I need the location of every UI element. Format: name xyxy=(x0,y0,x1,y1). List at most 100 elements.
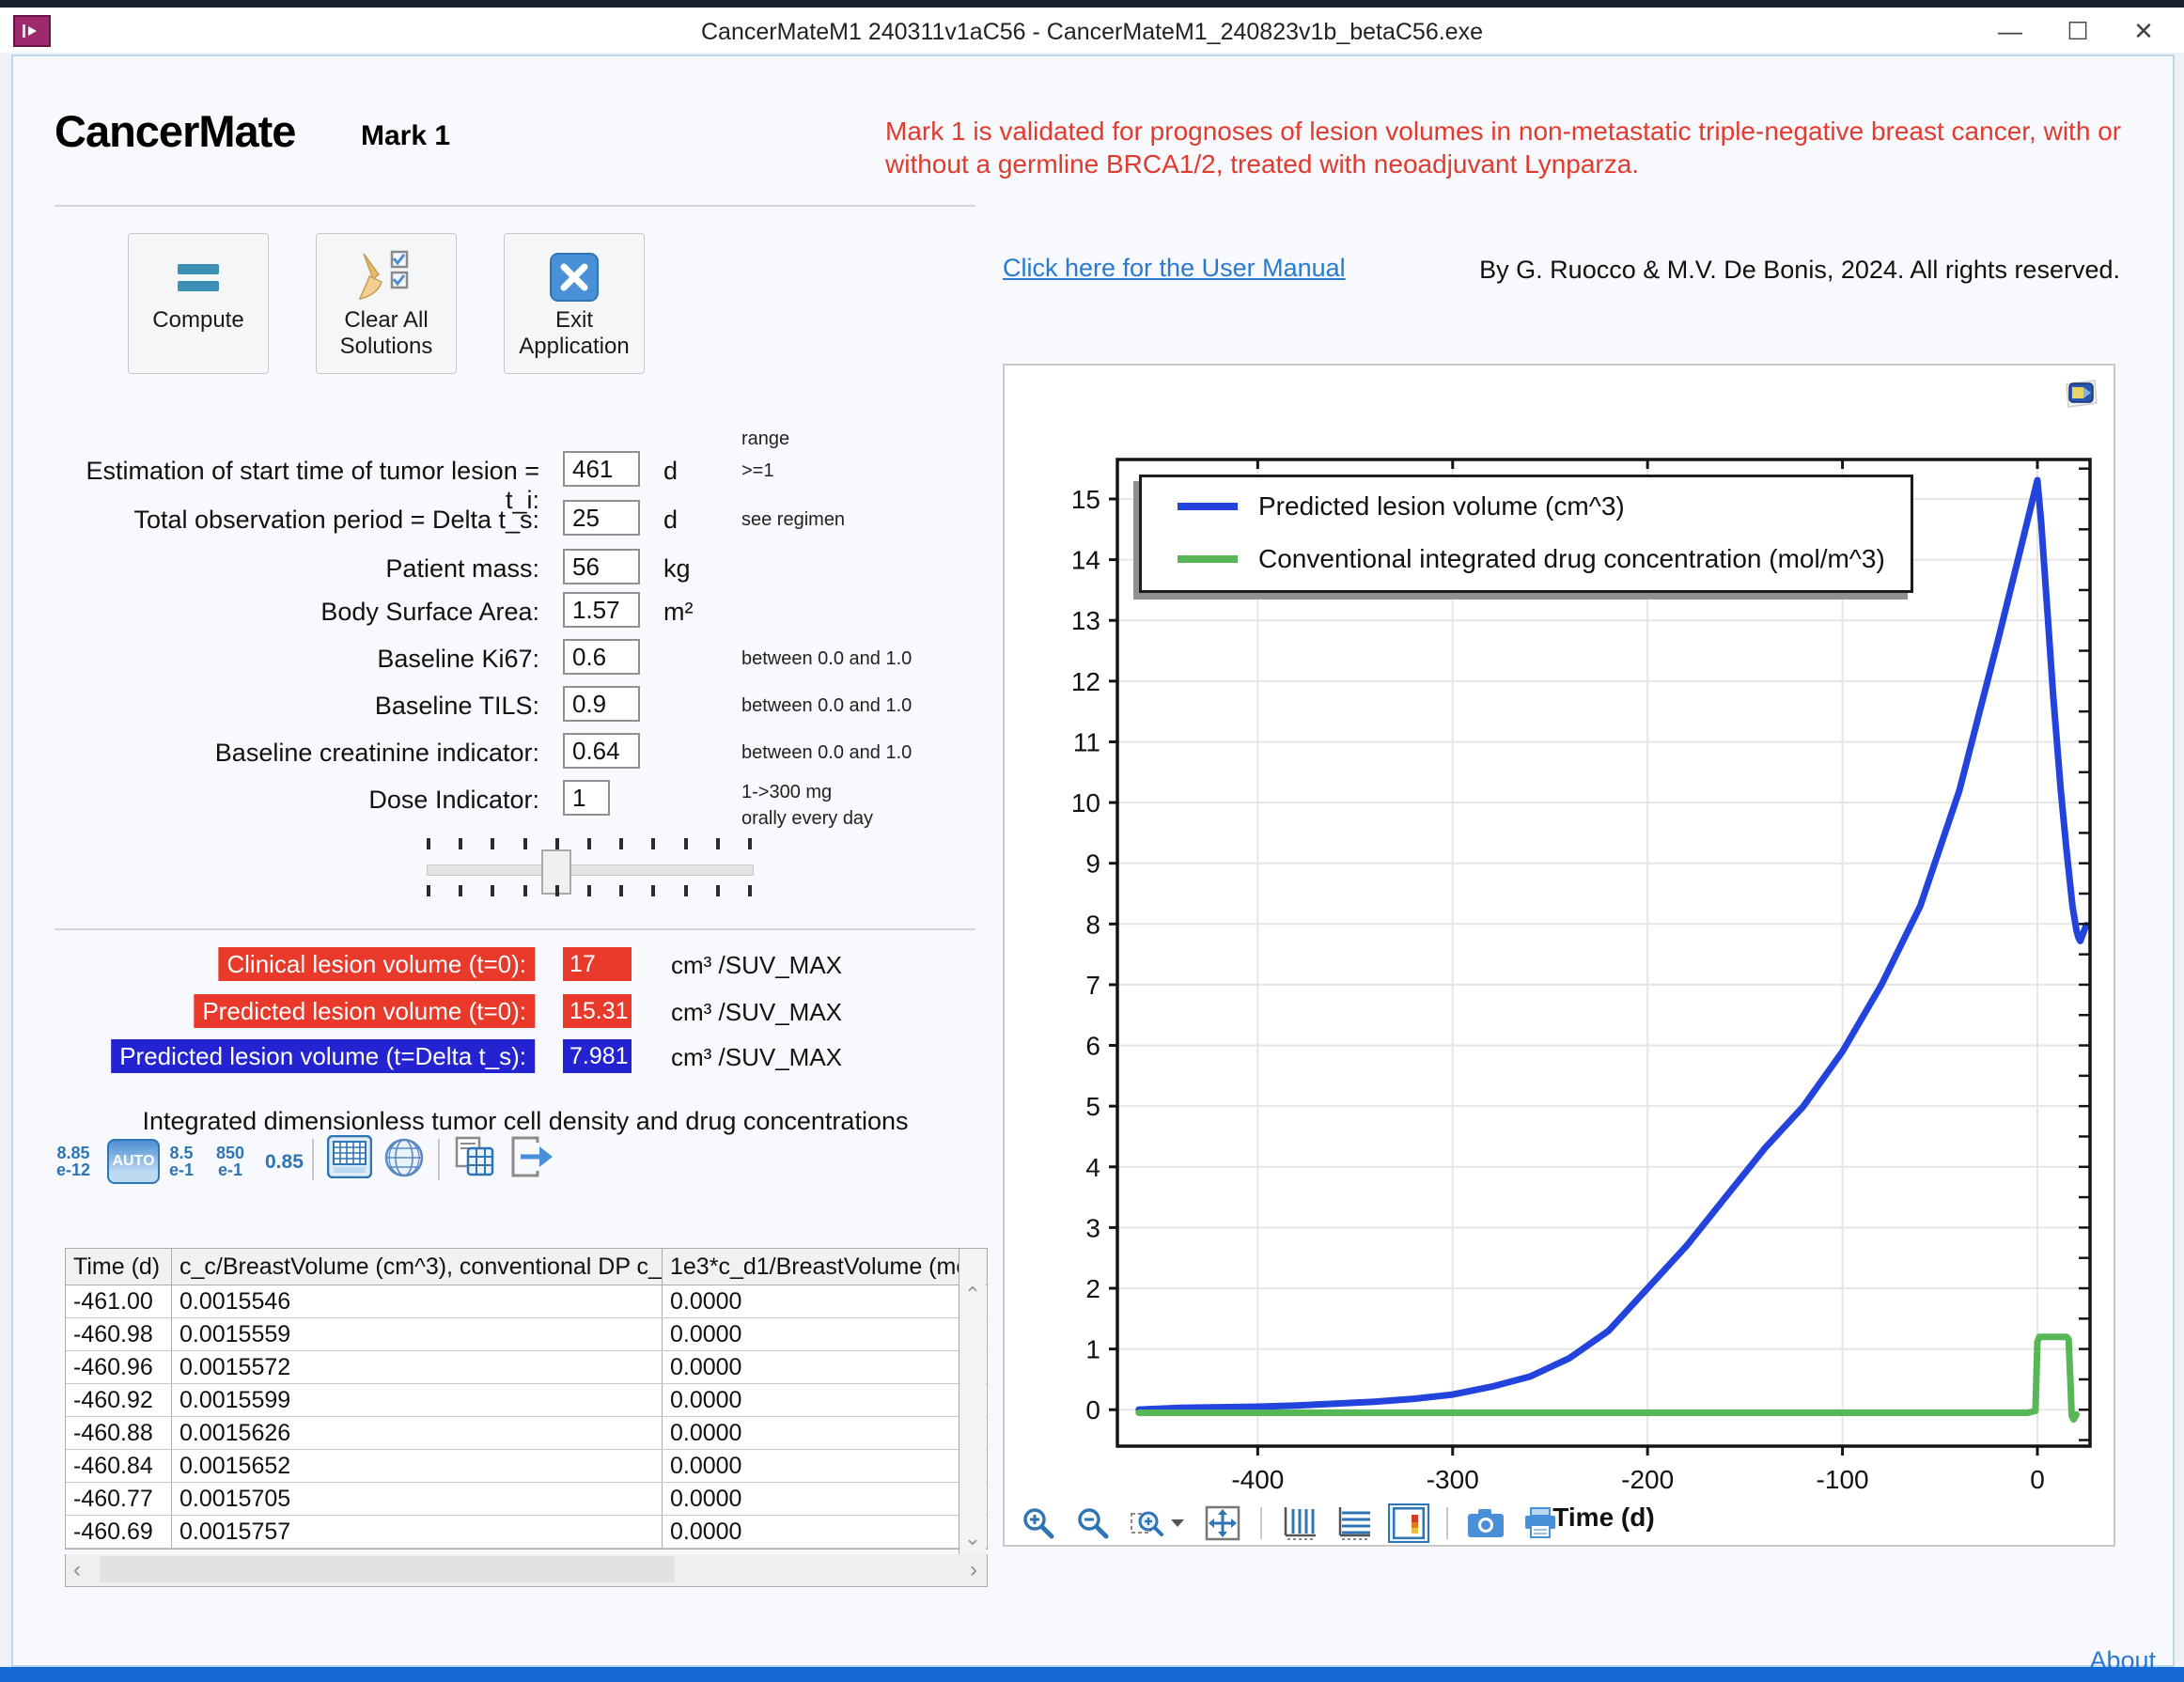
ki67-input[interactable] xyxy=(563,639,640,675)
exit-application-button[interactable]: Exit Application xyxy=(504,233,645,374)
start-time-input[interactable] xyxy=(563,451,640,487)
color-scale-icon[interactable] xyxy=(1388,1503,1429,1543)
chart-toolbar xyxy=(1018,1504,1561,1542)
format-engineering-button[interactable]: 8.5e-1 xyxy=(169,1145,194,1178)
table-cell: -461.00 xyxy=(66,1285,172,1317)
field-label-patient-mass: Patient mass: xyxy=(51,554,539,584)
scroll-right-icon[interactable]: › xyxy=(970,1557,977,1583)
table-vertical-scrollbar[interactable]: ⌃ ⌄ xyxy=(959,1249,986,1554)
table-row[interactable]: -460.960.00155720.0000 xyxy=(66,1351,987,1384)
format-auto-button[interactable]: AUTO xyxy=(107,1139,160,1184)
table-cell: 0.0000 xyxy=(663,1384,959,1416)
app-title: CancerMate xyxy=(55,105,295,157)
svg-text:2: 2 xyxy=(1085,1274,1100,1303)
field-label-observation-period: Total observation period = Delta t_s: xyxy=(51,506,539,535)
table-cell: 0.0000 xyxy=(663,1285,959,1317)
svg-text:-100: -100 xyxy=(1817,1465,1869,1494)
svg-text:-400: -400 xyxy=(1231,1465,1284,1494)
slider-ticks-bottom xyxy=(427,885,752,896)
maximize-button[interactable]: ☐ xyxy=(2045,13,2111,49)
table-horizontal-scrollbar[interactable]: ‹ › xyxy=(65,1554,988,1587)
table-row[interactable]: -460.770.00157050.0000 xyxy=(66,1483,987,1516)
minimize-button[interactable]: — xyxy=(1977,13,2043,49)
clinical-lesion-volume-value: 17 xyxy=(563,947,632,981)
format-decimal-button[interactable]: 0.85 xyxy=(265,1154,304,1171)
column-header-cd1[interactable]: 1e3*c_d1/BreastVolume (mc xyxy=(663,1249,959,1285)
field-label-creatinine: Baseline creatinine indicator: xyxy=(51,739,539,768)
clinical-lesion-volume-label: Clinical lesion volume (t=0): xyxy=(218,947,535,981)
svg-text:15: 15 xyxy=(1071,485,1100,514)
compute-button[interactable]: Compute xyxy=(128,233,269,374)
table-view-button[interactable] xyxy=(327,1135,372,1183)
window-bottom-edge xyxy=(0,1667,2184,1682)
observation-period-input[interactable] xyxy=(563,500,640,536)
table-section-title: Integrated dimensionless tumor cell dens… xyxy=(65,1107,986,1136)
app-main-panel: CancerMate Mark 1 Mark 1 is validated fo… xyxy=(11,55,2175,1667)
scroll-up-icon[interactable]: ⌃ xyxy=(959,1283,986,1307)
field-label-tils: Baseline TILS: xyxy=(51,692,539,721)
table-row[interactable]: -460.980.00155590.0000 xyxy=(66,1318,987,1351)
table-cell: 0.0015559 xyxy=(172,1318,663,1350)
body-surface-area-input[interactable] xyxy=(563,592,640,628)
table-header-row: Time (d) c_c/BreastVolume (cm^3), conven… xyxy=(66,1249,987,1285)
globe-view-button[interactable] xyxy=(383,1137,425,1183)
table-cell: 0.0000 xyxy=(663,1516,959,1548)
table-row[interactable]: -460.690.00157570.0000 xyxy=(66,1516,987,1549)
unit-label: d xyxy=(663,506,678,535)
table-row[interactable]: -460.920.00155990.0000 xyxy=(66,1384,987,1417)
export-table-icon[interactable] xyxy=(509,1135,558,1183)
scrollbar-thumb[interactable] xyxy=(100,1556,675,1582)
copy-table-icon[interactable] xyxy=(453,1135,496,1183)
zoom-extents-icon[interactable] xyxy=(1202,1503,1243,1543)
zoom-box-icon[interactable] xyxy=(1127,1503,1189,1543)
close-button[interactable]: ✕ xyxy=(2111,13,2176,49)
result-unit: cm³ /SUV_MAX xyxy=(671,951,842,980)
chart-panel: 0123456789101112131415-400-300-200-1000T… xyxy=(1003,364,2115,1547)
svg-text:14: 14 xyxy=(1071,546,1100,575)
unit-label: d xyxy=(663,457,678,486)
zoom-in-icon[interactable] xyxy=(1018,1503,1059,1543)
column-header-time[interactable]: Time (d) xyxy=(66,1249,172,1285)
svg-text:7: 7 xyxy=(1085,971,1100,1000)
column-header-cc[interactable]: c_c/BreastVolume (cm^3), conventional DP… xyxy=(172,1249,663,1285)
svg-text:9: 9 xyxy=(1085,849,1100,879)
y-grid-icon[interactable] xyxy=(1334,1503,1375,1543)
zoom-out-icon[interactable] xyxy=(1072,1503,1114,1543)
user-manual-link[interactable]: Click here for the User Manual xyxy=(1003,254,1346,283)
svg-text:Time (d): Time (d) xyxy=(1552,1503,1654,1532)
legend-item-drug: Conventional integrated drug concentrati… xyxy=(1178,536,1911,583)
range-note: between 0.0 and 1.0 xyxy=(741,695,912,717)
svg-text:-200: -200 xyxy=(1621,1465,1674,1494)
exit-icon xyxy=(549,247,600,307)
dose-indicator-input[interactable] xyxy=(563,780,610,816)
svg-text:6: 6 xyxy=(1085,1032,1100,1061)
credit-text: By G. Ruocco & M.V. De Bonis, 2024. All … xyxy=(1460,256,2120,285)
snapshot-camera-icon[interactable] xyxy=(1465,1503,1506,1543)
patient-mass-input[interactable] xyxy=(563,549,640,584)
x-grid-icon[interactable] xyxy=(1279,1503,1320,1543)
compute-label: Compute xyxy=(152,307,243,334)
format-engineering2-button[interactable]: 850e-1 xyxy=(216,1145,244,1178)
creatinine-input[interactable] xyxy=(563,733,640,769)
clear-all-solutions-button[interactable]: Clear All Solutions xyxy=(316,233,457,374)
scroll-down-icon[interactable]: ⌄ xyxy=(959,1526,986,1550)
tils-input[interactable] xyxy=(563,686,640,722)
table-cell: 0.0000 xyxy=(663,1450,959,1482)
table-cell: -460.98 xyxy=(66,1318,172,1350)
table-cell: -460.77 xyxy=(66,1483,172,1515)
table-cell: 0.0015572 xyxy=(172,1351,663,1383)
scroll-left-icon[interactable]: ‹ xyxy=(73,1557,81,1583)
unit-label: kg xyxy=(663,554,691,584)
table-row[interactable]: -461.000.00155460.0000 xyxy=(66,1285,987,1318)
chart-legend: Predicted lesion volume (cm^3) Conventio… xyxy=(1139,475,1913,593)
print-icon[interactable] xyxy=(1520,1503,1561,1543)
toolbar-separator xyxy=(438,1139,440,1180)
dose-hint-line2: orally every day xyxy=(741,808,873,830)
table-row[interactable]: -460.880.00156260.0000 xyxy=(66,1417,987,1450)
svg-text:4: 4 xyxy=(1085,1153,1100,1182)
table-row[interactable]: -460.840.00156520.0000 xyxy=(66,1450,987,1483)
predicted-lesion-volume-t0-label: Predicted lesion volume (t=0): xyxy=(194,994,535,1028)
dose-slider-track[interactable] xyxy=(427,864,754,876)
format-scientific-button[interactable]: 8.85e-12 xyxy=(56,1145,90,1178)
table-cell: -460.92 xyxy=(66,1384,172,1416)
